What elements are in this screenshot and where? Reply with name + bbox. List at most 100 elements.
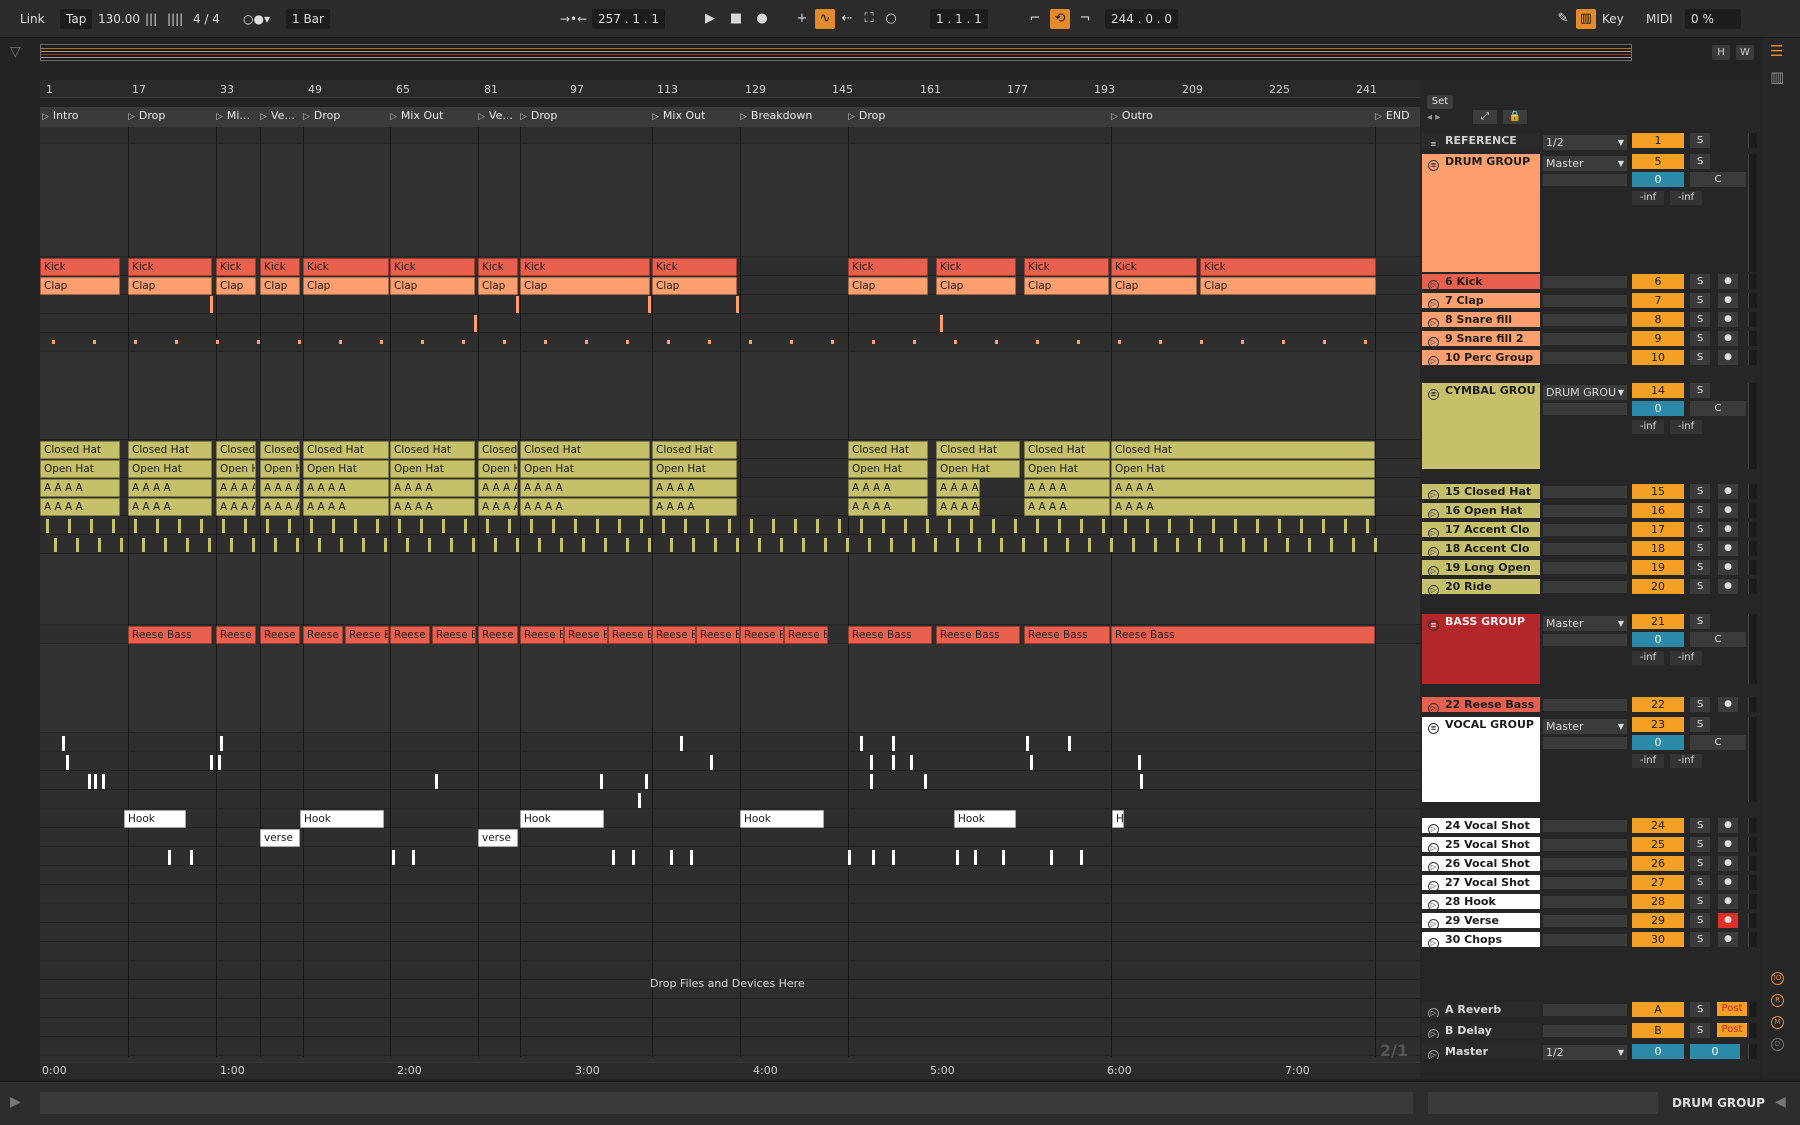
- clip-marker[interactable]: [640, 519, 643, 533]
- clip-marker[interactable]: [1242, 538, 1245, 552]
- clip[interactable]: Closed Hat: [303, 441, 389, 459]
- track-lane[interactable]: [40, 828, 1420, 847]
- loop-start-field[interactable]: 1 . 1 . 1: [930, 9, 988, 29]
- clip-marker[interactable]: [710, 755, 713, 770]
- solo-button[interactable]: S: [1690, 331, 1710, 346]
- clip[interactable]: Clap: [303, 277, 389, 295]
- track-header[interactable]: ▷ 29 Verse: [1422, 913, 1540, 928]
- locator-drop[interactable]: Drop: [128, 109, 165, 122]
- clip-marker[interactable]: [1036, 340, 1039, 344]
- track-lane[interactable]: [40, 771, 1420, 790]
- solo-button[interactable]: S: [1690, 560, 1710, 575]
- clip[interactable]: A A A A: [1111, 498, 1375, 516]
- clip-marker[interactable]: [1300, 519, 1303, 533]
- arm-button[interactable]: ●: [1718, 331, 1738, 346]
- clip-marker[interactable]: [210, 296, 213, 313]
- clip-marker[interactable]: [868, 538, 871, 552]
- clip-marker[interactable]: [802, 538, 805, 552]
- clip-marker[interactable]: [1088, 538, 1091, 552]
- clip-marker[interactable]: [872, 850, 875, 865]
- clip-marker[interactable]: [992, 519, 995, 533]
- arrangement-overview[interactable]: [40, 44, 1632, 61]
- clip-marker[interactable]: [472, 538, 475, 552]
- automation-arm-icon[interactable]: ∿: [815, 9, 835, 29]
- track-play-icon[interactable]: ▷: [1428, 881, 1439, 890]
- clip-marker[interactable]: [62, 736, 65, 751]
- clip-marker[interactable]: [1132, 538, 1135, 552]
- clip[interactable]: Open Hat: [1024, 460, 1110, 478]
- arm-button[interactable]: ●: [1718, 312, 1738, 327]
- clip[interactable]: Kick: [303, 258, 389, 276]
- play-icon[interactable]: ▶: [700, 9, 720, 29]
- track-header[interactable]: ▷ 30 Chops: [1422, 932, 1540, 947]
- mixer-indicator-icon[interactable]: M: [1771, 1016, 1784, 1029]
- clip-marker[interactable]: [288, 519, 291, 533]
- stop-icon[interactable]: ■: [726, 9, 746, 29]
- clip-marker[interactable]: [860, 519, 863, 533]
- clip[interactable]: Hook: [300, 810, 384, 828]
- clip-marker[interactable]: [1220, 538, 1223, 552]
- clip-marker[interactable]: [244, 519, 247, 533]
- track-header[interactable]: ▷ 17 Accent Clo: [1422, 522, 1540, 537]
- clip-marker[interactable]: [398, 519, 401, 533]
- clip-marker[interactable]: [846, 538, 849, 552]
- track-play-icon[interactable]: ▷: [1428, 280, 1439, 289]
- clip-marker[interactable]: [503, 340, 506, 344]
- clip-marker[interactable]: [870, 774, 873, 789]
- track-activator-button[interactable]: 5: [1632, 154, 1684, 169]
- session-record-icon[interactable]: ○: [881, 9, 901, 29]
- clip[interactable]: A A A A: [216, 479, 256, 497]
- clip-marker[interactable]: [310, 519, 313, 533]
- clip-marker[interactable]: [1036, 519, 1039, 533]
- track-activator-button[interactable]: 7: [1632, 293, 1684, 308]
- empty-lane[interactable]: [40, 885, 1420, 904]
- clip-marker[interactable]: [1364, 340, 1367, 344]
- clip[interactable]: Hook: [954, 810, 1016, 828]
- solo-button[interactable]: S: [1690, 875, 1710, 890]
- clip-marker[interactable]: [1159, 340, 1162, 344]
- track-activator-button[interactable]: 20: [1632, 579, 1684, 594]
- clip-marker[interactable]: [600, 774, 603, 789]
- clip[interactable]: Kick: [936, 258, 1016, 276]
- clip[interactable]: A A A A: [652, 479, 737, 497]
- clip-marker[interactable]: [464, 519, 467, 533]
- loop-switch-icon[interactable]: ⟲: [1050, 9, 1070, 29]
- locator-drop[interactable]: Drop: [848, 109, 885, 122]
- clip[interactable]: A A A A: [848, 498, 928, 516]
- clip-marker[interactable]: [339, 340, 342, 344]
- clip[interactable]: Closed Hat: [478, 441, 518, 459]
- clip-marker[interactable]: [680, 736, 683, 751]
- output-routing-select[interactable]: 1/2: [1543, 1045, 1627, 1060]
- solo-button[interactable]: S: [1690, 154, 1710, 169]
- output-routing-select[interactable]: [1543, 839, 1627, 851]
- clip[interactable]: Clap: [40, 277, 120, 295]
- clip-marker[interactable]: [978, 538, 981, 552]
- clip[interactable]: Clap: [848, 277, 928, 295]
- output-routing-select[interactable]: [1543, 524, 1627, 536]
- solo-button[interactable]: S: [1690, 913, 1710, 928]
- metronome-icon[interactable]: |||: [145, 9, 157, 29]
- clip[interactable]: Clap: [1024, 277, 1109, 295]
- clip-marker[interactable]: [662, 519, 665, 533]
- clip[interactable]: Reese Bass: [260, 626, 300, 644]
- track-play-icon[interactable]: ▷: [1428, 843, 1439, 852]
- filter-icon[interactable]: ▽: [10, 44, 21, 60]
- output-routing-select[interactable]: [1543, 820, 1627, 832]
- track-lane[interactable]: [40, 352, 1420, 440]
- track-header[interactable]: ▷ 28 Hook: [1422, 894, 1540, 909]
- clip[interactable]: Clap: [390, 277, 475, 295]
- empty-lane[interactable]: [40, 942, 1420, 961]
- clip[interactable]: Hook: [124, 810, 186, 828]
- clip-marker[interactable]: [428, 538, 431, 552]
- clip-marker[interactable]: [1044, 538, 1047, 552]
- solo-button[interactable]: S: [1690, 579, 1710, 594]
- track-activator-button[interactable]: A: [1632, 1002, 1684, 1017]
- clip[interactable]: Reese Bass: [696, 626, 740, 644]
- track-lane[interactable]: [40, 144, 1420, 257]
- clip-marker[interactable]: [462, 340, 465, 344]
- output-routing-select[interactable]: Master: [1543, 616, 1627, 631]
- locator-mix[interactable]: Mi...: [216, 109, 250, 122]
- group-fold-icon[interactable]: ≡: [1428, 160, 1439, 171]
- empty-lane[interactable]: [40, 1018, 1420, 1037]
- track-activator-button[interactable]: 25: [1632, 837, 1684, 852]
